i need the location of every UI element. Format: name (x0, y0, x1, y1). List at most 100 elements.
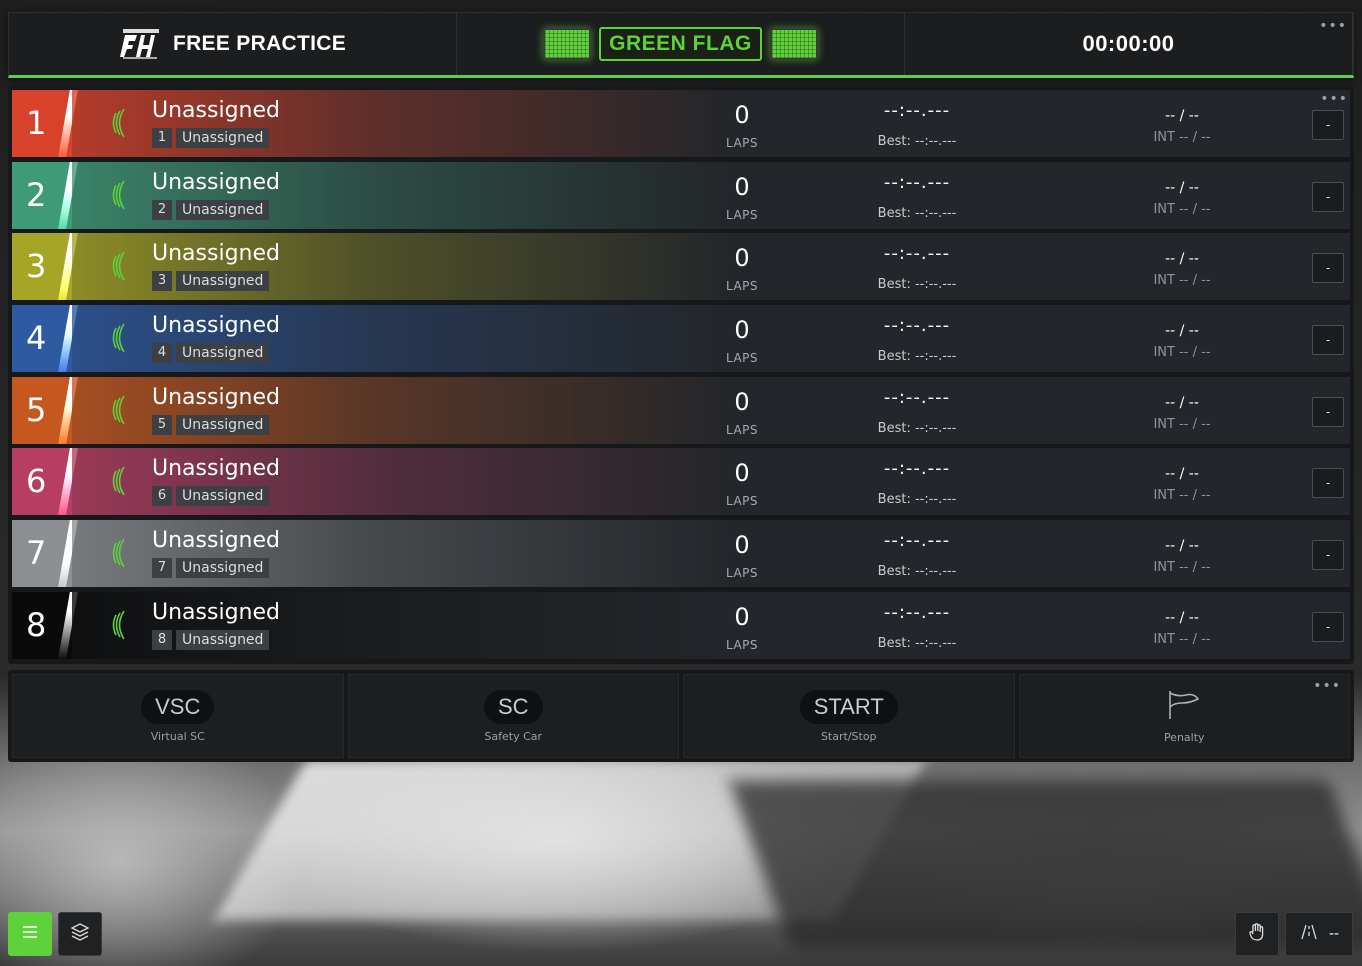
best-lap-time: Best: --:--.--- (877, 134, 957, 149)
driver-row[interactable]: 4 Unassigned 4 Unassigned 0 LAPS --:--.-… (12, 305, 1350, 373)
driver-row[interactable]: 3 Unassigned 3 Unassigned 0 LAPS --:--.-… (12, 233, 1350, 301)
driver-row[interactable]: 8 Unassigned 8 Unassigned 0 LAPS --:--.-… (12, 591, 1350, 659)
best-lap-time: Best: --:--.--- (877, 564, 957, 580)
last-lap-time: --:--.--- (883, 243, 951, 265)
interval-value: INT -- / -- (1153, 345, 1211, 361)
start-stop-button[interactable]: START Start/Stop (683, 674, 1015, 758)
driver-row[interactable]: 6 Unassigned 6 Unassigned 0 LAPS --:--.-… (12, 448, 1350, 516)
gap-value: -- / -- (1165, 108, 1199, 124)
start-sub: Start/Stop (820, 729, 877, 743)
session-title-section: FREE PRACTICE (9, 13, 457, 75)
laps-value: 0 (734, 459, 750, 488)
interval-value: INT -- / -- (1153, 631, 1211, 647)
layers-button[interactable] (58, 912, 102, 956)
position-number: 2 (26, 175, 47, 214)
row-action-button[interactable]: - (1312, 611, 1344, 642)
signal-icon (107, 395, 127, 432)
session-title: FREE PRACTICE (172, 32, 347, 55)
position-number: 6 (26, 462, 47, 501)
driver-row[interactable]: 7 Unassigned 7 Unassigned 0 LAPS --:--.-… (12, 520, 1350, 588)
layers-icon (70, 922, 90, 946)
laps-label: LAPS (725, 422, 759, 437)
row-action-button[interactable]: - (1312, 468, 1344, 499)
laps-value: 0 (734, 387, 750, 416)
hamburger-icon (20, 922, 40, 946)
car-number: 7 (152, 558, 172, 579)
best-lap-time: Best: --:--.--- (877, 349, 957, 365)
list-menu-dots[interactable]: ••• (1320, 92, 1348, 106)
menu-button[interactable] (8, 912, 52, 956)
driver-name: Unassigned (152, 528, 280, 554)
driver-name: Unassigned (152, 384, 280, 410)
driver-row[interactable]: 5 Unassigned 5 Unassigned 0 LAPS --:--.-… (12, 376, 1350, 444)
position-number: 1 (26, 104, 47, 142)
gap-value: -- / -- (1165, 394, 1199, 411)
sc-button[interactable]: SC Safety Car (347, 674, 679, 758)
car-name: Unassigned (176, 271, 270, 292)
penalty-button[interactable]: Penalty ••• (1018, 674, 1350, 758)
vsc-sub: Virtual SC (150, 729, 205, 743)
nurburgring-logo (119, 27, 163, 61)
laps-label: LAPS (725, 494, 759, 509)
row-action-button[interactable]: - (1312, 540, 1344, 571)
last-lap-time: --:--.--- (883, 100, 951, 121)
laps-value: 0 (734, 101, 750, 129)
vsc-button[interactable]: VSC Virtual SC (12, 674, 344, 758)
hand-button[interactable] (1235, 912, 1279, 956)
row-action-button[interactable]: - (1312, 325, 1344, 356)
car-name: Unassigned (176, 558, 270, 579)
interval-value: INT -- / -- (1153, 201, 1211, 217)
last-lap-time: --:--.--- (883, 601, 951, 623)
road-icon (1299, 922, 1319, 946)
car-number: 6 (152, 486, 172, 507)
sc-sub: Safety Car (484, 729, 543, 743)
driver-name: Unassigned (152, 98, 280, 123)
interval-value: INT -- / -- (1153, 273, 1211, 289)
driver-name: Unassigned (152, 599, 280, 625)
position-number: 5 (26, 390, 47, 429)
gap-value: -- / -- (1165, 179, 1199, 196)
row-action-button[interactable]: - (1312, 181, 1344, 212)
laps-label: LAPS (725, 566, 759, 581)
best-lap-time: Best: --:--.--- (877, 205, 957, 221)
row-action-button[interactable]: - (1312, 396, 1344, 427)
driver-list: ••• 1 Unassigned 1 Unassigned 0 LAPS --:… (8, 86, 1354, 664)
gap-value: -- / -- (1165, 609, 1199, 626)
track-mode-value: -- (1328, 926, 1340, 942)
row-action-button[interactable]: - (1312, 253, 1344, 284)
laps-label: LAPS (725, 351, 759, 366)
interval-value: INT -- / -- (1153, 560, 1211, 576)
controls-menu-dots[interactable]: ••• (1313, 679, 1341, 693)
interval-value: INT -- / -- (1153, 416, 1211, 432)
flag-light-right (769, 28, 818, 60)
best-lap-time: Best: --:--.--- (877, 420, 957, 436)
driver-row[interactable]: 2 Unassigned 2 Unassigned 0 LAPS --:--.-… (12, 161, 1350, 229)
interval-value: INT -- / -- (1153, 488, 1211, 504)
best-lap-time: Best: --:--.--- (877, 635, 957, 651)
last-lap-time: --:--.--- (883, 458, 951, 480)
track-mode-button[interactable]: -- (1285, 912, 1353, 956)
signal-icon (107, 323, 127, 360)
header-menu-dots[interactable]: ••• (1319, 19, 1347, 33)
car-number: 3 (152, 271, 172, 292)
laps-value: 0 (734, 531, 750, 560)
signal-icon (107, 538, 127, 575)
position-number: 8 (26, 605, 47, 644)
position-number: 3 (26, 247, 47, 286)
driver-name: Unassigned (152, 241, 280, 267)
car-number: 1 (152, 128, 172, 148)
hand-icon (1247, 922, 1267, 946)
driver-name: Unassigned (152, 313, 280, 339)
race-controls: VSC Virtual SC SC Safety Car START Start… (8, 670, 1354, 762)
flag-icon (1166, 689, 1202, 725)
car-name: Unassigned (176, 629, 270, 650)
laps-label: LAPS (725, 279, 759, 294)
driver-row[interactable]: 1 Unassigned 1 Unassigned 0 LAPS --:--.-… (12, 90, 1350, 157)
car-name: Unassigned (176, 414, 270, 435)
laps-label: LAPS (725, 207, 759, 222)
row-action-button[interactable]: - (1312, 110, 1344, 140)
signal-icon (107, 108, 127, 145)
gap-value: -- / -- (1165, 323, 1199, 340)
laps-label: LAPS (725, 136, 759, 150)
best-lap-time: Best: --:--.--- (877, 492, 957, 508)
